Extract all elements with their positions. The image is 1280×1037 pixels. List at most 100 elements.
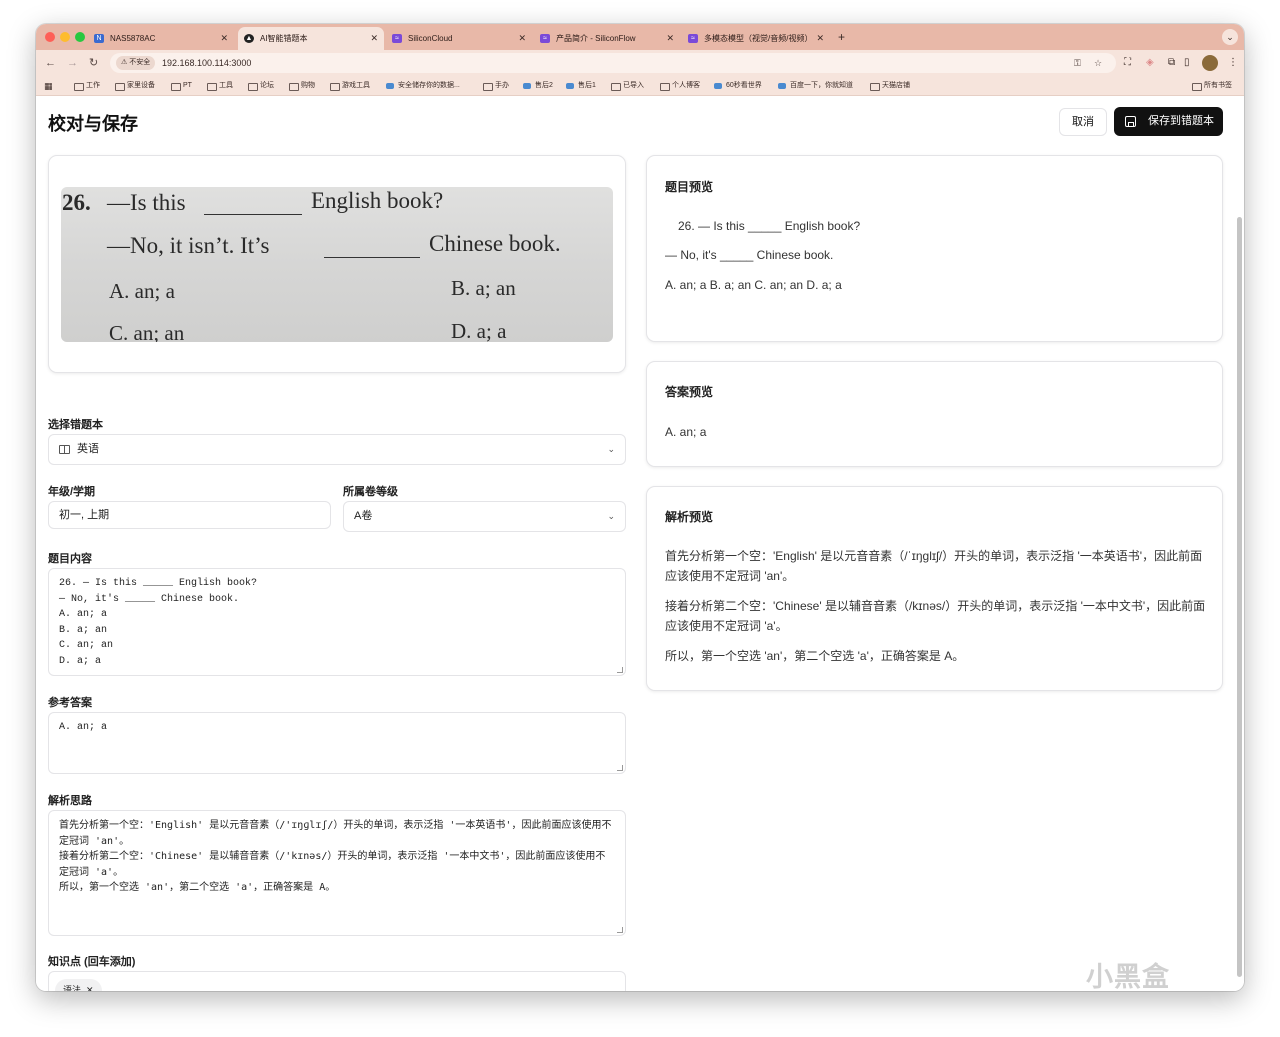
level-label: 所属卷等级 <box>343 486 398 498</box>
save-button-label: 保存到错题本 <box>1148 115 1214 127</box>
notebook-select[interactable]: 英语 ⌄ <box>48 434 626 465</box>
close-icon[interactable]: ✕ <box>220 27 228 50</box>
tab-siliconcloud[interactable]: ≈ SiliconCloud ✕ <box>386 27 532 50</box>
photo-blank <box>324 257 420 258</box>
photo-blank <box>204 214 302 215</box>
question-preview-title: 题目预览 <box>665 180 714 194</box>
knowledge-input[interactable]: 语法 ✕ <box>48 971 626 991</box>
analysis-preview-paragraph: 首先分析第一个空：'English' 是以元音音素（/ˈɪŋɡlɪʃ/）开头的单… <box>665 549 1203 583</box>
security-warning[interactable]: ⚠ 不安全 <box>116 56 156 70</box>
question-photo: 26. —Is this English book? —No, it isn’t… <box>61 187 613 342</box>
photo-text: A. an; a <box>109 279 175 303</box>
grade-input[interactable]: 初一, 上期 <box>48 501 331 529</box>
save-icon <box>1125 116 1136 127</box>
photo-text: Chinese book. <box>429 231 561 256</box>
minimize-window-button[interactable] <box>60 32 70 42</box>
level-select[interactable]: A卷 ⌄ <box>343 501 626 532</box>
close-icon[interactable]: ✕ <box>518 27 526 50</box>
cancel-button[interactable]: 取消 <box>1059 108 1107 136</box>
bookmark-item[interactable]: 手办 <box>483 76 509 96</box>
image-card: 26. —Is this English book? —No, it isn’t… <box>48 155 626 373</box>
bookmark-item[interactable]: 家里设备 <box>115 76 155 96</box>
answer-label: 参考答案 <box>48 697 92 709</box>
question-textarea[interactable]: 26. — Is this _____ English book? — No, … <box>48 568 626 676</box>
level-value: A卷 <box>354 510 373 522</box>
bookmark-item[interactable]: 安全储存你的数据... <box>386 76 460 96</box>
close-icon[interactable]: ✕ <box>816 27 824 50</box>
bookmark-item[interactable]: 售后2 <box>523 76 553 96</box>
photo-text: B. a; an <box>451 276 516 300</box>
bookmark-item[interactable]: 游戏工具 <box>330 76 370 96</box>
puzzle-icon[interactable]: ⧉ <box>1168 55 1175 71</box>
nas-icon: N <box>94 34 104 43</box>
bookmark-item[interactable]: 论坛 <box>248 76 274 96</box>
tab-nas[interactable]: N NAS5878AC ✕ <box>88 27 234 50</box>
resize-handle[interactable] <box>617 927 623 933</box>
question-preview-line: 26. — Is this _____ English book? <box>678 219 861 233</box>
analysis-preview-paragraph: 所以，第一个空选 'an'，第二个空选 'a'，正确答案是 A。 <box>665 649 965 663</box>
zoom-window-button[interactable] <box>75 32 85 42</box>
bookmark-item[interactable]: PT <box>171 76 192 96</box>
address-bar[interactable]: ⚠ 不安全 192.168.100.114:3000 ⚿ ☆ <box>110 53 1116 73</box>
bookmark-item[interactable]: 售后1 <box>566 76 596 96</box>
url-text: 192.168.100.114:3000 <box>162 58 252 68</box>
bookmark-item[interactable]: 百度一下，你就知道 <box>778 76 853 96</box>
all-bookmarks[interactable]: 所有书签 <box>1192 76 1232 96</box>
bookmark-item[interactable]: 工作 <box>74 76 100 96</box>
tab-title: SiliconCloud <box>408 34 453 43</box>
analysis-textarea[interactable]: 首先分析第一个空：'English' 是以元音音素（/'ɪŋɡlɪʃ/）开头的单… <box>48 810 626 936</box>
tab-multimodal[interactable]: ≈ 多模态模型（视觉/音频/视频） ✕ <box>682 27 830 50</box>
knowledge-label: 知识点 (回车添加) <box>48 956 136 968</box>
bookmark-item[interactable]: 购物 <box>289 76 315 96</box>
analysis-label: 解析思路 <box>48 795 92 807</box>
question-preview-line: — No, it's _____ Chinese book. <box>665 248 834 262</box>
save-button[interactable]: 保存到错题本 <box>1114 107 1223 136</box>
bookmark-item[interactable]: 60秒看世界 <box>714 76 762 96</box>
question-label: 题目内容 <box>48 553 92 565</box>
siliconflow-icon: ≈ <box>688 34 698 43</box>
close-icon[interactable]: ✕ <box>666 27 674 50</box>
resize-handle[interactable] <box>617 667 623 673</box>
photo-text: —No, it isn’t. It’s <box>107 233 270 258</box>
close-icon[interactable]: ✕ <box>370 27 378 50</box>
answer-textarea[interactable]: A. an; a <box>48 712 626 774</box>
photo-text: C. an; an <box>109 321 185 342</box>
page-title: 校对与保存 <box>48 114 138 134</box>
tab-title: NAS5878AC <box>110 34 156 43</box>
key-icon[interactable]: ⚿ <box>1074 56 1081 70</box>
close-window-button[interactable] <box>45 32 55 42</box>
photo-text: English book? <box>311 188 444 213</box>
siliconflow-icon: ≈ <box>540 34 550 43</box>
tab-ai-notebook[interactable]: ▲ AI智能错题本 ✕ <box>238 27 384 50</box>
resize-handle[interactable] <box>617 765 623 771</box>
chevron-down-icon[interactable]: ⌄ <box>1222 29 1238 45</box>
menu-icon[interactable]: ⋮ <box>1228 55 1238 71</box>
bookmark-item[interactable]: 工具 <box>207 76 233 96</box>
extension-icon[interactable]: ⛶ <box>1124 55 1131 71</box>
knowledge-tag[interactable]: 语法 ✕ <box>55 979 102 991</box>
tab-title: 多模态模型（视觉/音频/视频） <box>704 34 813 43</box>
tab-strip: N NAS5878AC ✕ ▲ AI智能错题本 ✕ ≈ SiliconCloud… <box>36 24 1244 50</box>
photo-text: 26. <box>62 190 91 215</box>
apps-icon[interactable]: ▦ <box>44 81 53 91</box>
profile-avatar[interactable] <box>1202 55 1218 71</box>
security-label: 不安全 <box>129 59 151 66</box>
bookmark-item[interactable]: 个人博客 <box>660 76 700 96</box>
bookmark-item[interactable]: 已导入 <box>611 76 644 96</box>
close-icon[interactable]: ✕ <box>86 985 94 991</box>
tab-title: AI智能错题本 <box>260 34 308 43</box>
bookmark-item[interactable]: 天猫店铺 <box>870 76 910 96</box>
forward-icon[interactable]: → <box>67 55 78 71</box>
new-tab-button[interactable]: + <box>838 27 845 47</box>
sidebar-icon[interactable]: ▯ <box>1184 55 1190 71</box>
tab-product-intro[interactable]: ≈ 产品简介 - SiliconFlow ✕ <box>534 27 680 50</box>
star-icon[interactable]: ☆ <box>1094 56 1102 70</box>
extension-icon[interactable]: ◈ <box>1146 55 1154 71</box>
app-icon: ▲ <box>244 34 254 43</box>
page-scrollbar[interactable] <box>1237 217 1242 977</box>
back-icon[interactable]: ← <box>45 55 56 71</box>
photo-text: —Is this <box>107 190 186 215</box>
notebook-value: 英语 <box>77 443 99 455</box>
reload-icon[interactable]: ↻ <box>89 55 98 71</box>
answer-preview-title: 答案预览 <box>665 385 714 399</box>
